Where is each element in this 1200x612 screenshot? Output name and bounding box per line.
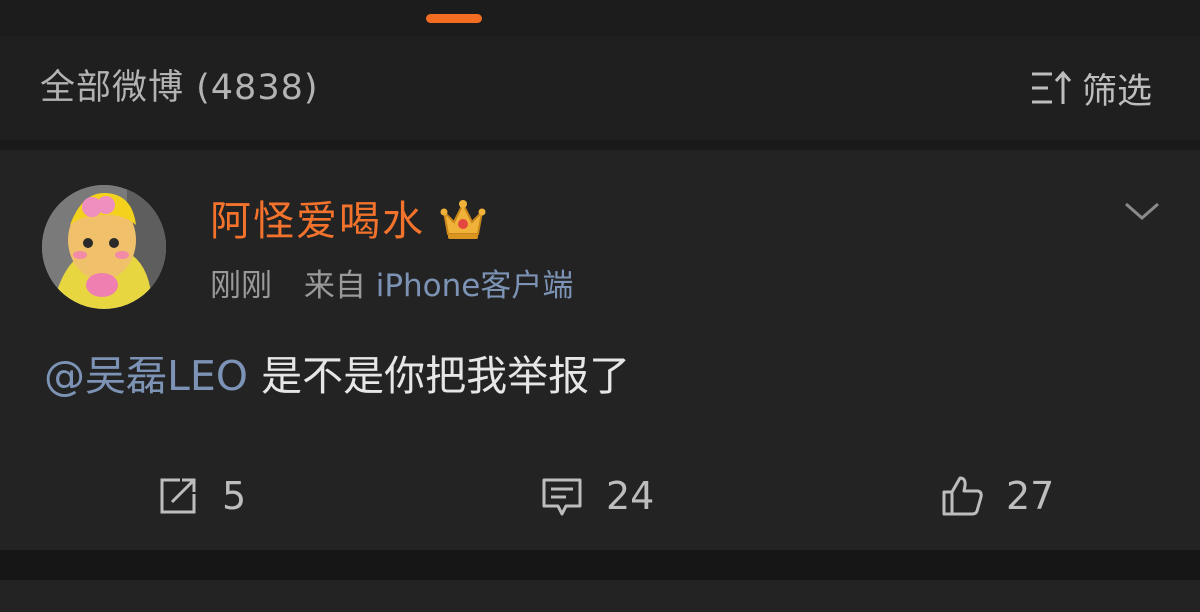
- username[interactable]: 阿怪爱喝水: [210, 195, 425, 247]
- thumbs-up-icon: [942, 476, 983, 516]
- filter-sort-icon: [1032, 70, 1072, 104]
- divider: [0, 550, 1200, 580]
- like-button[interactable]: 27: [940, 470, 1054, 522]
- source-prefix: 来自: [303, 268, 366, 304]
- post-meta: 刚刚 来自 iPhone客户端: [210, 264, 573, 308]
- source-link[interactable]: iPhone客户端: [376, 268, 574, 304]
- avatar[interactable]: [42, 185, 166, 309]
- comment-button[interactable]: 24: [540, 470, 654, 522]
- repost-button[interactable]: 5: [156, 470, 246, 522]
- top-strip: [0, 0, 1200, 36]
- all-posts-count: 全部微博 (4838): [40, 68, 319, 108]
- avatar-image: [42, 185, 166, 309]
- mention-link[interactable]: @吴磊LEO: [44, 352, 248, 400]
- next-card: [0, 580, 1200, 612]
- active-tab-indicator: [426, 14, 482, 23]
- post-text: 是不是你把我举报了: [248, 352, 631, 400]
- comment-icon: [542, 478, 582, 516]
- like-count: 27: [1006, 474, 1055, 518]
- chevron-down-icon[interactable]: [1122, 196, 1162, 226]
- share-icon: [160, 478, 196, 514]
- filter-label: 筛选: [1082, 71, 1153, 112]
- repost-count: 5: [222, 474, 247, 518]
- crown-icon: [440, 200, 486, 239]
- filter-button[interactable]: 筛选: [1030, 66, 1152, 112]
- post-content: @吴磊LEO 是不是你把我举报了: [44, 348, 630, 404]
- comment-count: 24: [606, 474, 655, 518]
- post-time: 刚刚: [210, 268, 272, 304]
